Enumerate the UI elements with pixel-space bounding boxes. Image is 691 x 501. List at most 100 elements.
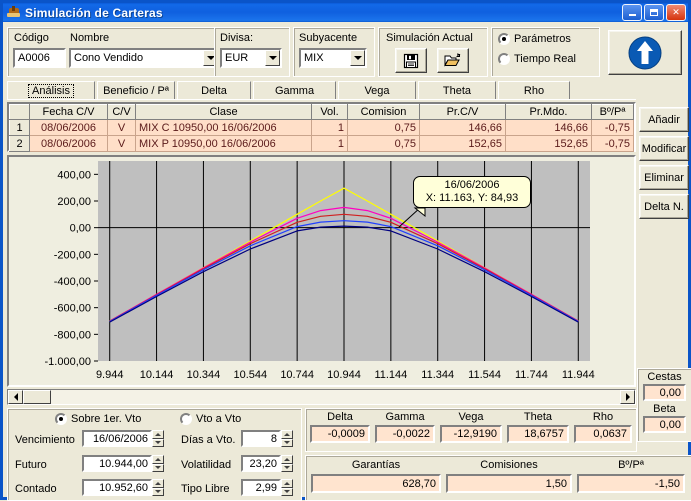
maximize-button[interactable] [644, 4, 664, 21]
bp-total-value[interactable]: -1,50 [577, 474, 685, 493]
chart-tooltip: 16/06/2006 X: 11.163, Y: 84,93 [413, 176, 531, 208]
beta-value[interactable]: 0,00 [643, 416, 686, 433]
svg-text:11.144: 11.144 [374, 369, 407, 381]
scroll-right-button[interactable] [620, 390, 635, 404]
svg-text:0,00: 0,00 [70, 223, 91, 235]
radio-vto-indicator [180, 413, 192, 425]
rho-label: Rho [592, 411, 614, 423]
tooltip-pointer [398, 207, 426, 228]
table-row[interactable]: 1 08/06/2006 V MIX C 10950,00 16/06/2006… [9, 119, 634, 136]
svg-text:-200,00: -200,00 [54, 249, 91, 261]
scroll-left-button[interactable] [8, 390, 23, 404]
open-simulation-button[interactable] [437, 48, 469, 73]
nombre-combo[interactable]: Cono Vendido [69, 48, 220, 68]
divisa-combo[interactable]: EUR [220, 48, 282, 68]
anadir-button[interactable]: Añadir [639, 107, 689, 132]
col-comision[interactable]: Comision [347, 104, 420, 120]
radio-tiempo-real[interactable]: Tiempo Real [498, 53, 576, 65]
radio-sobre-indicator [55, 413, 67, 425]
radio-vto-a-vto[interactable]: Vto a Vto [180, 413, 241, 425]
radio-parametros-label: Parámetros [514, 33, 571, 45]
delta-n-button[interactable]: Delta N. [639, 194, 689, 219]
tipo-libre-stepper[interactable] [281, 479, 293, 496]
dias-stepper[interactable] [281, 430, 293, 447]
volatilidad-input[interactable]: 23,20 [241, 455, 281, 472]
tab-gamma[interactable]: Gamma [253, 81, 336, 100]
scroll-thumb[interactable] [23, 390, 51, 404]
beta-label: Beta [653, 403, 676, 415]
tab-analisis[interactable]: Análisis [7, 81, 95, 100]
contado-input[interactable]: 10.952,60 [82, 479, 152, 496]
scroll-track[interactable] [51, 390, 620, 404]
minimize-button[interactable] [622, 4, 642, 21]
chevron-down-icon[interactable] [265, 50, 280, 66]
open-folder-icon [444, 53, 461, 67]
col-fecha[interactable]: Fecha C/V [29, 104, 108, 120]
svg-text:-400,00: -400,00 [54, 276, 91, 288]
col-cv[interactable]: C/V [107, 104, 136, 120]
save-simulation-button[interactable] [395, 48, 427, 73]
vega-label: Vega [458, 411, 484, 423]
svg-text:-600,00: -600,00 [54, 303, 91, 315]
comisiones-value[interactable]: 1,50 [446, 474, 572, 493]
table-header-row: Fecha C/V C/V Clase Vol. Comision Pr.C/V… [9, 104, 634, 120]
gamma-value[interactable]: -0,0022 [375, 425, 435, 443]
delta-value[interactable]: -0,0009 [310, 425, 370, 443]
positions-table[interactable]: Fecha C/V C/V Clase Vol. Comision Pr.C/V… [7, 102, 636, 152]
divisa-group: Divisa: EUR [214, 27, 290, 77]
table-row[interactable]: 2 08/06/2006 V MIX P 10950,00 16/06/2006… [9, 135, 634, 152]
radio-sobre-1er-vto[interactable]: Sobre 1er. Vto [55, 413, 141, 425]
futuro-label: Futuro [15, 459, 47, 471]
modificar-button[interactable]: Modificar [639, 136, 689, 161]
cell-cv: V [107, 135, 136, 152]
delta-label: Delta [327, 411, 353, 423]
futuro-stepper[interactable] [152, 455, 164, 472]
col-prmdo[interactable]: Pr.Mdo. [505, 104, 592, 120]
codigo-input[interactable]: A0006 [13, 48, 66, 68]
window-controls: ✕ [622, 4, 686, 21]
theta-value[interactable]: 18,6757 [507, 425, 569, 443]
futuro-input[interactable]: 10.944,00 [82, 455, 152, 472]
vencimiento-input[interactable]: 16/06/2006 [82, 430, 152, 447]
garantias-value[interactable]: 628,70 [311, 474, 441, 493]
tipo-libre-input[interactable]: 2,99 [241, 479, 281, 496]
col-bp[interactable]: Bº/Pª [591, 104, 634, 120]
svg-text:10.544: 10.544 [233, 369, 267, 381]
subyacente-combo[interactable]: MIX [299, 48, 367, 68]
col-vol[interactable]: Vol. [311, 104, 348, 120]
subyacente-group: Subyacente MIX [293, 27, 375, 77]
svg-text:9.944: 9.944 [96, 369, 124, 381]
radio-parametros-indicator [498, 33, 510, 45]
tab-theta[interactable]: Theta [418, 81, 496, 100]
vega-value[interactable]: -12,9190 [440, 425, 502, 443]
close-button[interactable]: ✕ [666, 4, 686, 21]
apply-up-arrow-button[interactable] [608, 30, 682, 75]
svg-text:200,00: 200,00 [57, 196, 91, 208]
nombre-label: Nombre [70, 32, 110, 44]
tab-beneficio[interactable]: Beneficio / Pª [97, 81, 175, 100]
portfolio-icon [6, 5, 22, 20]
chart-horizontal-scrollbar[interactable] [7, 389, 636, 405]
col-prcv[interactable]: Pr.C/V [419, 104, 506, 120]
tab-vega[interactable]: Vega [338, 81, 416, 100]
cell-bp: -0,75 [591, 135, 634, 152]
parametros-mercado-group: Sobre 1er. Vto Vto a Vto Vencimiento 16/… [7, 408, 302, 501]
cell-bp: -0,75 [591, 119, 634, 136]
payoff-chart[interactable]: 400,00 200,00 0,00 -200,00 -400,00 -600,00 -80… [7, 155, 636, 387]
dias-input[interactable]: 8 [241, 430, 281, 447]
rho-value[interactable]: 0,0637 [574, 425, 632, 443]
svg-text:10.944: 10.944 [327, 369, 361, 381]
chevron-down-icon[interactable] [350, 50, 365, 66]
tooltip-date: 16/06/2006 [444, 179, 500, 191]
contado-stepper[interactable] [152, 479, 164, 496]
radio-parametros[interactable]: Parámetros [498, 33, 571, 45]
cestas-value[interactable]: 0,00 [643, 384, 686, 401]
tab-delta[interactable]: Delta [177, 81, 251, 100]
col-clase[interactable]: Clase [135, 104, 312, 120]
eliminar-button[interactable]: Eliminar [639, 165, 689, 190]
tab-rho[interactable]: Rho [498, 81, 570, 100]
cell-comision: 0,75 [347, 119, 420, 136]
vencimiento-stepper[interactable] [152, 430, 164, 447]
volatilidad-stepper[interactable] [281, 455, 293, 472]
svg-text:11.944: 11.944 [562, 369, 595, 381]
